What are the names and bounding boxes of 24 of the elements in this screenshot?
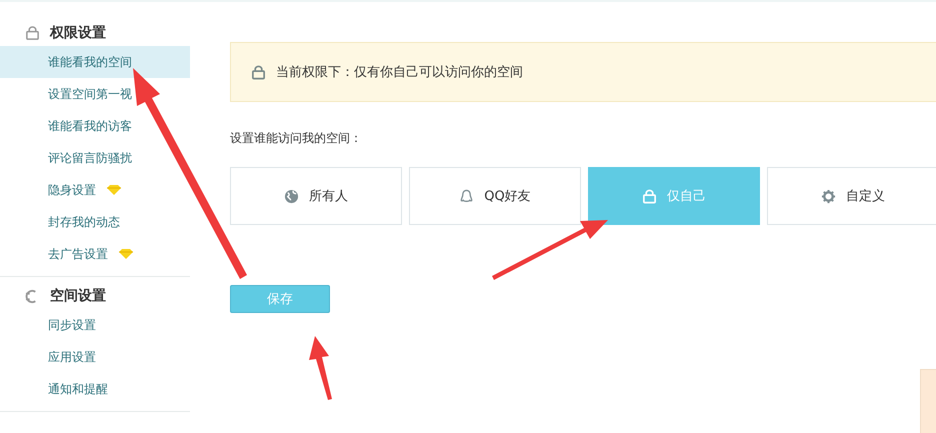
access-option[interactable]: QQ好友 — [409, 167, 581, 225]
lock-icon — [642, 188, 657, 204]
sidebar-item[interactable]: 谁能看我的访客 — [0, 110, 190, 142]
access-label: 设置谁能访问我的空间： — [230, 130, 362, 147]
access-option[interactable]: 自定义 — [767, 167, 936, 225]
sidebar-item[interactable]: 去广告设置 — [0, 238, 190, 270]
section-title: 空间设置 — [50, 287, 106, 305]
sidebar-item[interactable]: 通知和提醒 — [0, 373, 190, 405]
sidebar-item[interactable]: 设置空间第一视 — [0, 78, 190, 110]
penguin-icon — [459, 188, 474, 204]
sidebar-item[interactable]: 应用设置 — [0, 341, 190, 373]
lock-icon — [25, 26, 40, 40]
sidebar-item[interactable]: 评论留言防骚扰 — [0, 142, 190, 174]
gear-icon — [821, 188, 836, 204]
access-option[interactable]: 所有人 — [230, 167, 402, 225]
sidebar-item[interactable]: 封存我的动态 — [0, 206, 190, 238]
annotation-arrow — [309, 336, 332, 400]
sidebar-item[interactable]: 谁能看我的空间 — [0, 46, 190, 78]
section-title: 权限设置 — [50, 24, 106, 42]
sidebar-item[interactable]: 隐身设置 — [0, 174, 190, 206]
lock-icon — [251, 64, 266, 80]
notice-text: 当前权限下：仅有你自己可以访问你的空间 — [276, 64, 523, 81]
globe-icon — [284, 188, 299, 204]
sidebar-item[interactable]: 同步设置 — [0, 309, 190, 341]
